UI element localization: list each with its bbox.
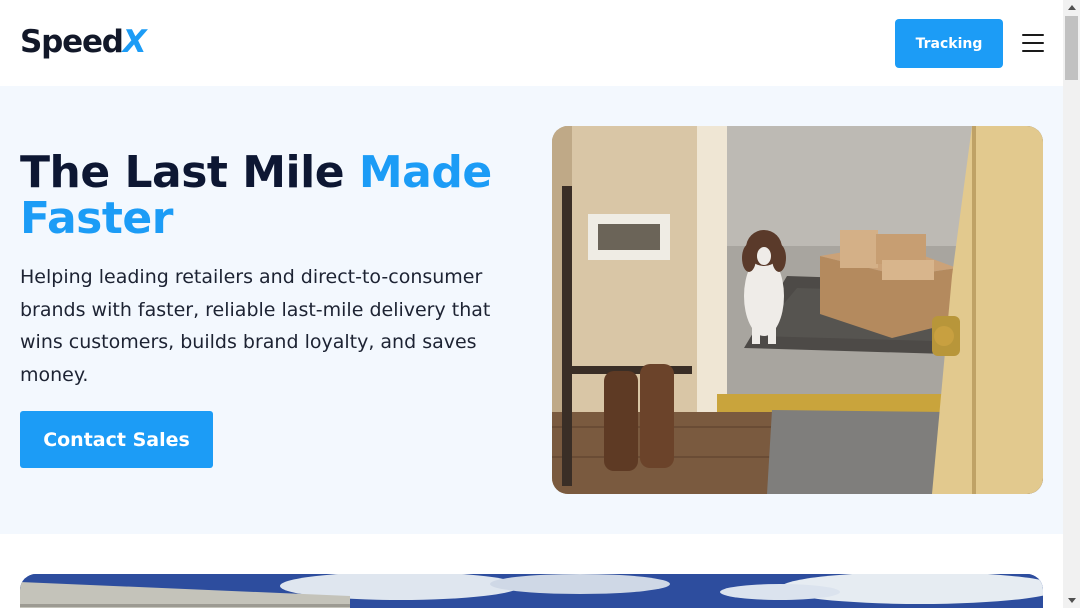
tracking-button[interactable]: Tracking xyxy=(895,19,1003,68)
page-viewport: SpeedX Tracking The Last Mile Made Faster… xyxy=(0,0,1063,608)
menu-line xyxy=(1022,42,1044,44)
hero-title-accent2: Faster xyxy=(20,193,173,244)
scroll-down-arrow-icon[interactable] xyxy=(1063,593,1080,608)
hero-description: Helping leading retailers and direct-to-… xyxy=(20,266,491,386)
hero-title: The Last Mile Made Faster xyxy=(20,150,520,242)
logo-accent: X xyxy=(122,24,147,60)
hero-title-accent1: Made xyxy=(358,147,492,198)
menu-line xyxy=(1022,50,1044,52)
scroll-up-arrow-icon[interactable] xyxy=(1063,0,1080,15)
scrollbar-thumb[interactable] xyxy=(1065,16,1078,80)
menu-line xyxy=(1022,34,1044,36)
vertical-scrollbar[interactable] xyxy=(1063,0,1080,608)
hamburger-menu-icon[interactable] xyxy=(1022,34,1044,52)
hero-title-part1: The Last Mile xyxy=(20,147,359,198)
site-header: SpeedX Tracking xyxy=(0,0,1063,86)
logo-text: Speed xyxy=(20,24,124,60)
warehouse-image xyxy=(20,574,1043,608)
speedx-logo[interactable]: SpeedX xyxy=(20,22,147,62)
contact-sales-button[interactable]: Contact Sales xyxy=(20,411,213,468)
hero-section: The Last Mile Made Faster Helping leading… xyxy=(0,86,1063,534)
hero-delivery-image xyxy=(552,126,1043,494)
